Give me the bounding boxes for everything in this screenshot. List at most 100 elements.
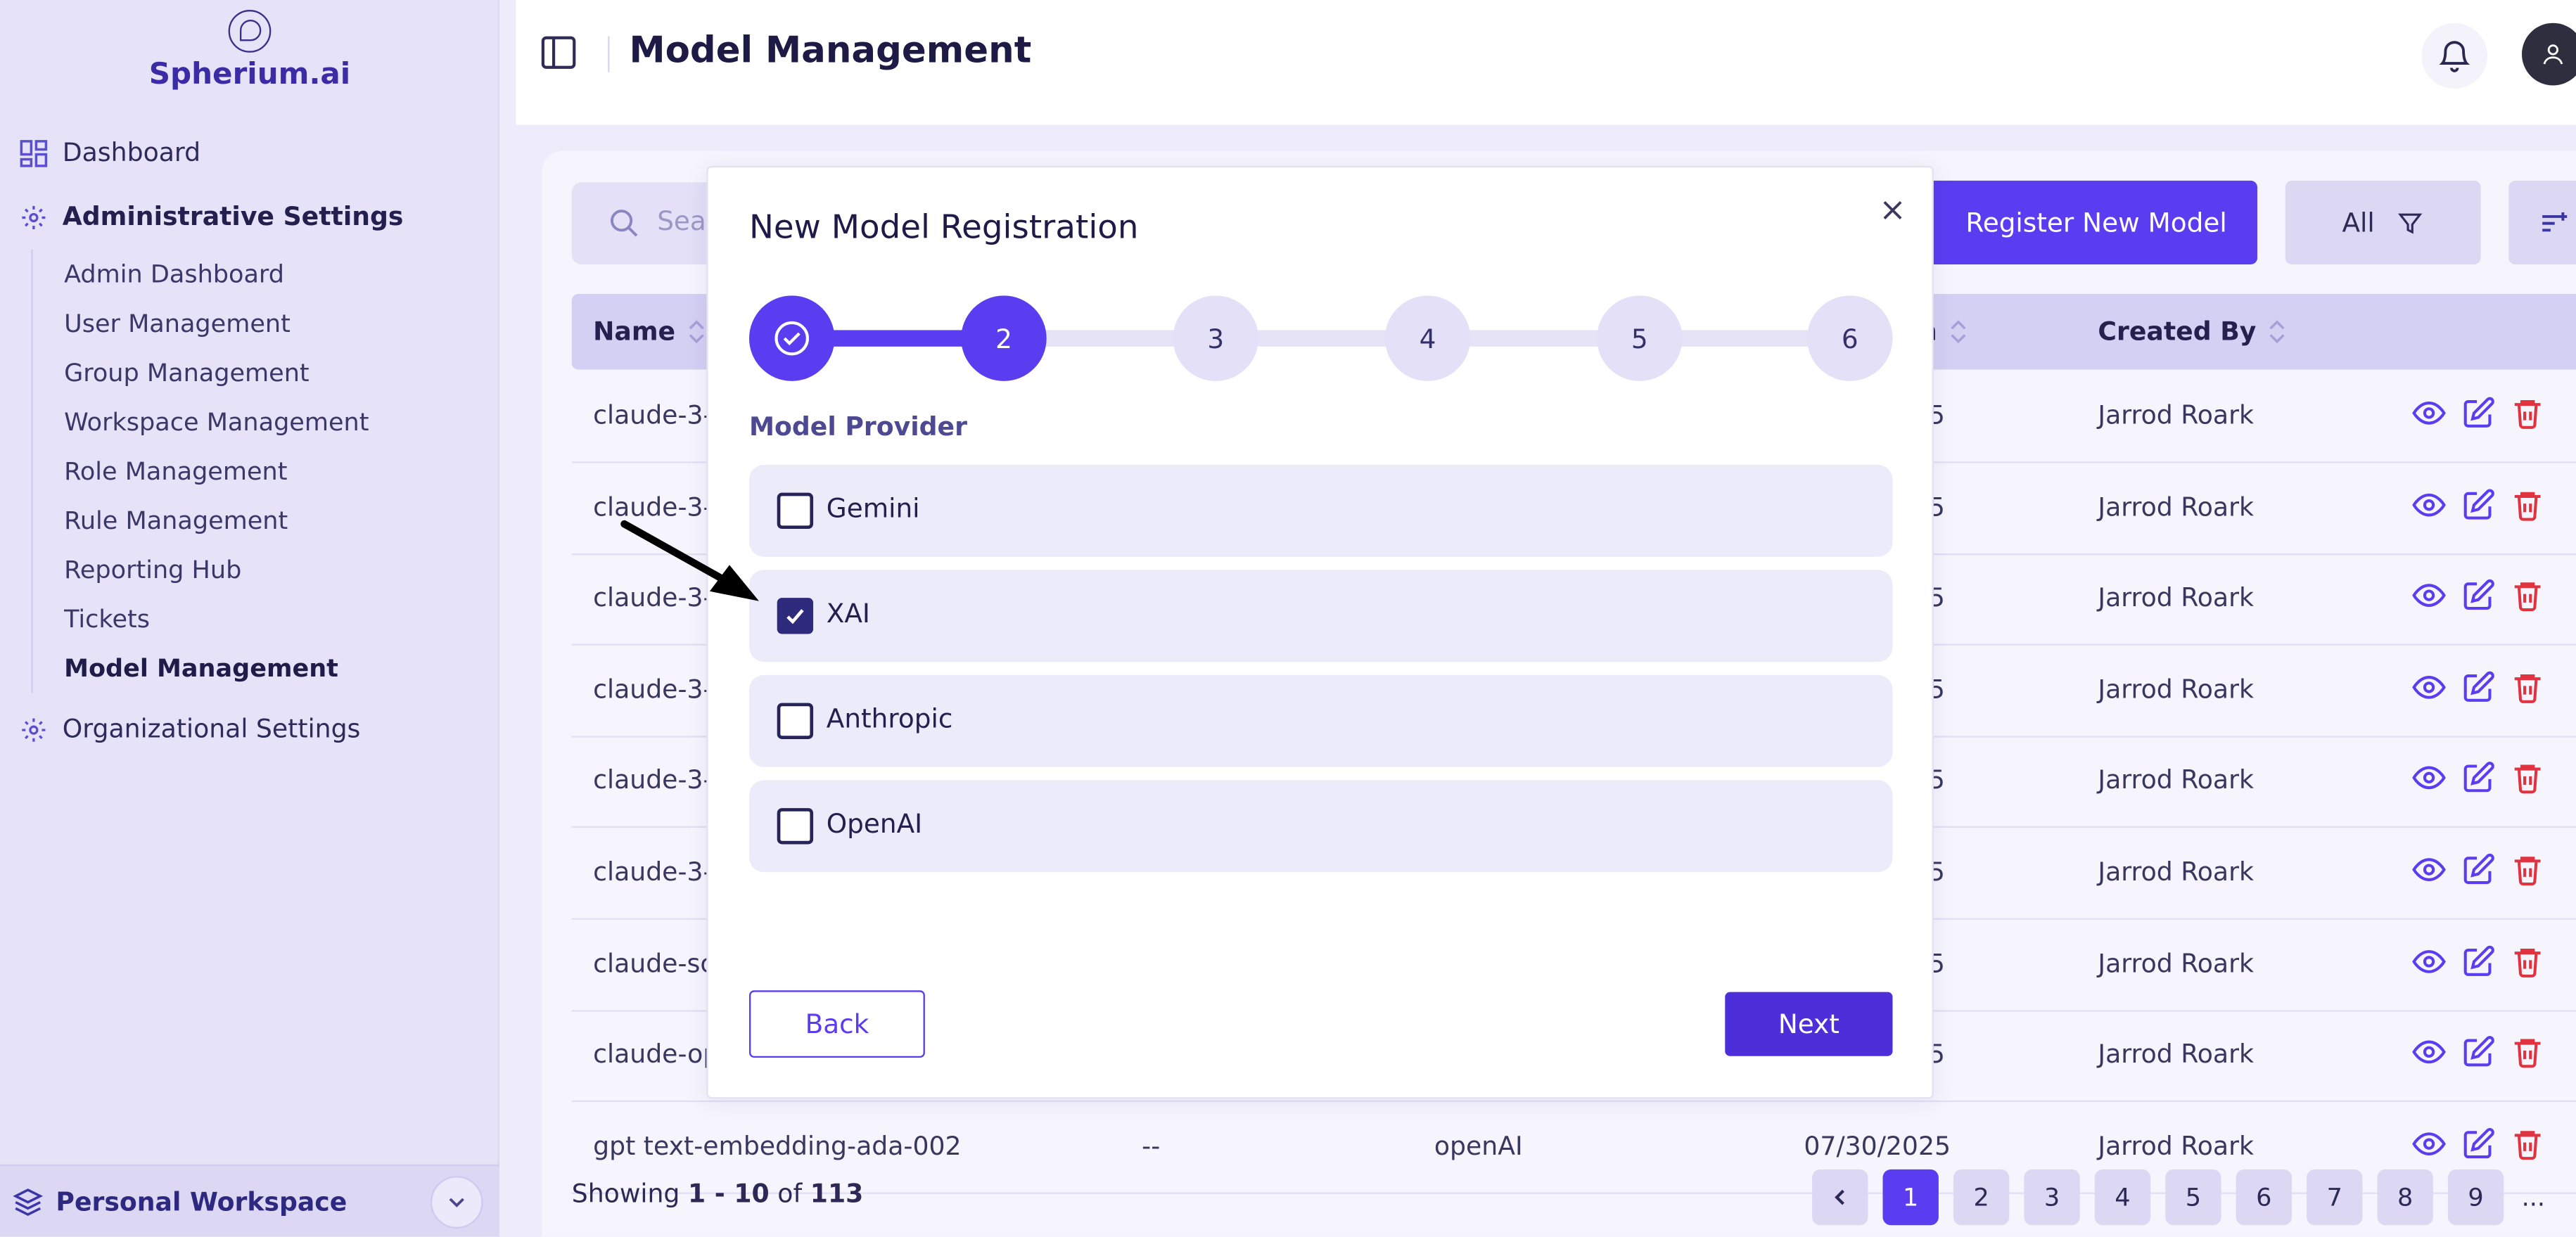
register-new-model-button[interactable]: Register New Model [1918,180,2257,265]
trash-icon[interactable] [2511,761,2545,795]
trash-icon[interactable] [2511,944,2545,978]
total-value: 113 [810,1179,864,1209]
eye-icon[interactable] [2412,852,2447,887]
page-6-button[interactable]: 6 [2236,1169,2293,1226]
pagination-ellipsis: ... [2521,1182,2546,1212]
sidebar-item-organizational-settings[interactable]: Organizational Settings [20,714,360,744]
chevron-down-icon[interactable] [430,1175,483,1228]
eye-icon[interactable] [2412,579,2447,613]
column-header-created-by[interactable]: Created By [2098,317,2285,347]
eye-icon[interactable] [2412,1127,2447,1161]
cell-date: 07/30/2025 [1804,1131,1951,1161]
filter-all-button[interactable]: All [2285,180,2481,265]
edit-icon[interactable] [2461,669,2496,704]
step-6[interactable]: 6 [1807,295,1893,381]
sidebar-item-model-management[interactable]: Model Management [64,644,369,693]
sidebar-item-administrative-settings[interactable]: Administrative Settings [20,202,403,231]
workspace-switcher[interactable]: Personal Workspace [0,1164,499,1237]
trash-icon[interactable] [2511,487,2545,522]
step-5[interactable]: 5 [1597,295,1683,381]
trash-icon[interactable] [2511,579,2545,613]
cell-created-by: Jarrod Roark [2098,857,2254,887]
model-provider-label: Model Provider [748,412,967,442]
provider-option-anthropic[interactable]: Anthropic [748,674,1893,767]
back-button[interactable]: Back [748,990,925,1058]
sidebar-item-dashboard[interactable]: Dashboard [20,138,200,167]
trash-icon[interactable] [2511,1127,2545,1161]
sidebar-toggle-icon[interactable] [539,33,578,72]
edit-icon[interactable] [2461,761,2496,795]
provider-option-gemini[interactable]: Gemini [748,464,1893,557]
page-9-button[interactable]: 9 [2447,1169,2504,1226]
next-button[interactable]: Next [1725,992,1893,1056]
prev-page-button[interactable] [1812,1169,1868,1226]
showing-label: Showing [571,1179,680,1209]
page-3-button[interactable]: 3 [2024,1169,2080,1226]
step-3[interactable]: 3 [1173,295,1258,381]
page-2-button[interactable]: 2 [1953,1169,2010,1226]
sidebar-item-workspace-management[interactable]: Workspace Management [64,397,369,447]
edit-icon[interactable] [2461,852,2496,887]
bell-icon[interactable] [2421,23,2487,89]
edit-icon[interactable] [2461,1035,2496,1070]
user-avatar-icon[interactable] [2521,23,2576,86]
gemini-checkbox[interactable] [777,492,814,530]
column-settings-button[interactable] [2508,180,2576,265]
trash-icon[interactable] [2511,396,2545,430]
anthropic-checkbox[interactable] [777,703,814,739]
sidebar-item-role-management[interactable]: Role Management [64,447,369,496]
edit-icon[interactable] [2461,396,2496,430]
sidebar-item-admin-dashboard[interactable]: Admin Dashboard [64,250,369,299]
page-7-button[interactable]: 7 [2307,1169,2363,1226]
page-1-button[interactable]: 1 [1882,1169,1939,1226]
logo[interactable]: Spherium.ai [0,10,499,92]
trash-icon[interactable] [2511,669,2545,704]
openai-checkbox[interactable] [777,808,814,845]
xai-checkbox[interactable] [777,598,814,634]
cell-name: claude-3- [593,857,713,887]
page-4-button[interactable]: 4 [2094,1169,2151,1226]
sort-icon [689,320,705,344]
check-circle-icon [774,321,810,356]
provider-option-openai[interactable]: OpenAI [748,780,1893,873]
sidebar-item-reporting-hub[interactable]: Reporting Hub [64,545,369,594]
option-label: OpenAI [826,808,923,840]
column-header-name[interactable]: Name [593,317,705,347]
header-divider [608,36,610,72]
provider-option-xai[interactable]: XAI [748,570,1893,662]
of-label: of [777,1179,803,1209]
page-5-button[interactable]: 5 [2165,1169,2221,1226]
eye-icon[interactable] [2412,1035,2447,1070]
step-1-completed[interactable] [748,295,835,381]
sidebar-item-group-management[interactable]: Group Management [64,348,369,397]
step-4[interactable]: 4 [1384,295,1471,381]
eye-icon[interactable] [2412,396,2447,430]
step-2[interactable]: 2 [961,295,1047,381]
column-header-label: Created By [2098,316,2257,347]
trash-icon[interactable] [2511,1035,2545,1070]
page-8-button[interactable]: 8 [2377,1169,2433,1226]
edit-icon[interactable] [2461,487,2496,522]
cell-provider-id: -- [1142,1131,1161,1161]
cell-created-by: Jarrod Roark [2098,766,2254,796]
eye-icon[interactable] [2412,487,2447,522]
dashboard-grid-icon [20,139,48,167]
close-icon[interactable] [1880,197,1906,223]
eye-icon[interactable] [2412,761,2447,795]
sidebar-item-tickets[interactable]: Tickets [64,594,369,643]
cell-name: claude-sc [593,948,715,979]
row-actions [2412,1035,2545,1070]
edit-icon[interactable] [2461,579,2496,613]
eye-icon[interactable] [2412,944,2447,978]
edit-icon[interactable] [2461,1127,2496,1161]
cell-created-by: Jarrod Roark [2098,948,2254,979]
sidebar-item-user-management[interactable]: User Management [64,299,369,348]
eye-icon[interactable] [2412,669,2447,704]
trash-icon[interactable] [2511,852,2545,887]
annotation-arrow-icon [620,520,760,601]
sort-icon [1950,320,1966,344]
cell-created-by: Jarrod Roark [2098,583,2254,613]
edit-icon[interactable] [2461,944,2496,978]
sidebar-item-rule-management[interactable]: Rule Management [64,496,369,545]
option-label: XAI [826,598,870,629]
